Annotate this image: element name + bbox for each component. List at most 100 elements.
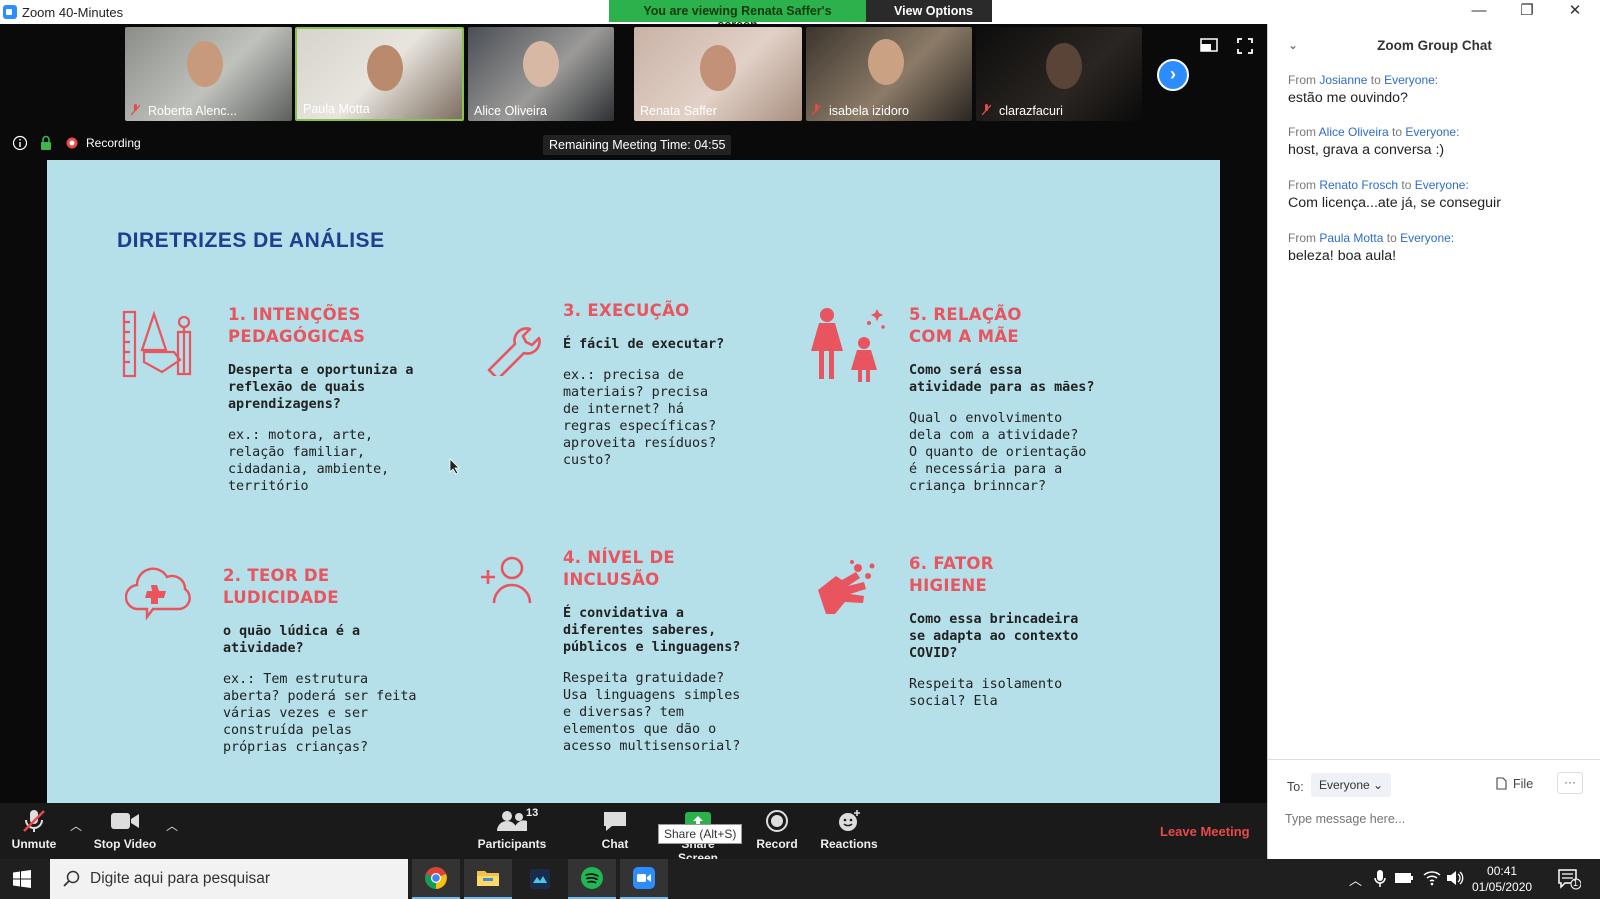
meeting-status-bar: Recording bbox=[12, 134, 141, 152]
from-label: From bbox=[1288, 125, 1316, 139]
chat-message: From Paula Motta to Everyone: beleza! bo… bbox=[1288, 231, 1588, 264]
sender-name[interactable]: Alice Oliveira bbox=[1319, 125, 1389, 139]
more-options-button[interactable]: ··· bbox=[1557, 772, 1583, 794]
file-icon bbox=[1496, 777, 1507, 790]
recipient-name[interactable]: Everyone: bbox=[1384, 73, 1438, 87]
participant-video bbox=[700, 45, 736, 91]
viewing-screen-label: You are viewing Renata Saffer's screen bbox=[609, 0, 866, 32]
from-label: From bbox=[1288, 231, 1316, 245]
view-options-button[interactable]: View Options ⌄ bbox=[866, 0, 992, 33]
participants-button[interactable]: Participants 13 bbox=[476, 807, 548, 851]
participants-count-badge: 13 bbox=[526, 807, 539, 819]
search-icon bbox=[63, 870, 80, 887]
section-example: Respeita isolamento social? Ela bbox=[909, 677, 1063, 709]
section-heading: 5. RELAÇÃO COM A MÃE bbox=[909, 305, 1022, 346]
minimize-button[interactable]: — bbox=[1456, 0, 1502, 24]
video-editor-taskbar-app[interactable] bbox=[516, 859, 564, 899]
participant-name: clarazfacuri bbox=[999, 104, 1063, 118]
record-button[interactable]: Record bbox=[756, 809, 798, 851]
from-label: From bbox=[1288, 73, 1316, 87]
taskbar-search-box[interactable]: Digite aqui para pesquisar bbox=[50, 859, 408, 899]
wifi-icon[interactable] bbox=[1423, 870, 1441, 886]
taskbar-search-placeholder: Digite aqui para pesquisar bbox=[90, 870, 271, 887]
leave-meeting-button[interactable]: Leave Meeting bbox=[1160, 824, 1250, 839]
chat-message: From Josianne to Everyone: estão me ouvi… bbox=[1288, 73, 1588, 106]
sender-name[interactable]: Josianne bbox=[1319, 73, 1367, 87]
participant-name: Alice Oliveira bbox=[474, 104, 547, 118]
to-label: to bbox=[1401, 178, 1412, 192]
section-heading: 1. INTENÇÕES PEDAGÓGICAS bbox=[228, 305, 366, 346]
section-question: Desperta e oportuniza a reflexão de quai… bbox=[228, 363, 414, 412]
participant-video bbox=[187, 41, 223, 87]
windows-start-icon[interactable] bbox=[13, 870, 31, 888]
participant-tile[interactable]: Alice Oliveira bbox=[468, 27, 614, 121]
section-heading: 2. TEOR DE LUDICIDADE bbox=[223, 566, 339, 607]
slide-section-higiene: 6. FATOR HIGIENE Como essa brincadeira s… bbox=[909, 553, 1149, 710]
reactions-button[interactable]: Reactions bbox=[820, 809, 878, 851]
recipient-dropdown[interactable]: Everyone ⌄ bbox=[1311, 773, 1392, 797]
participant-tile[interactable]: clarazfacuri bbox=[976, 27, 1142, 121]
remaining-time-label: Remaining Meeting Time: 04:55 bbox=[543, 135, 732, 155]
chat-message-input[interactable] bbox=[1285, 809, 1585, 829]
microphone-icon[interactable] bbox=[1374, 870, 1386, 888]
mother-child-icon bbox=[811, 308, 885, 382]
reactions-label: Reactions bbox=[820, 837, 878, 851]
slide-section-ludicidade: 2. TEOR DE LUDICIDADE o quão lúdica é a … bbox=[223, 565, 463, 756]
info-icon[interactable] bbox=[12, 135, 28, 151]
slide-section-intencoes: 1. INTENÇÕES PEDAGÓGICAS Desperta e opor… bbox=[228, 304, 468, 495]
chat-message: From Alice Oliveira to Everyone: host, g… bbox=[1288, 125, 1588, 158]
participant-video bbox=[367, 45, 403, 91]
recipient-name[interactable]: Everyone: bbox=[1415, 178, 1469, 192]
show-hidden-icons-chevron-icon[interactable]: ︿ bbox=[1349, 870, 1362, 889]
wrench-icon bbox=[487, 327, 541, 376]
notification-count-badge: 1 bbox=[1573, 878, 1579, 888]
slide-section-execucao: 3. EXECUÇÃO É fácil de executar? ex.: pr… bbox=[563, 300, 783, 469]
file-button[interactable]: File bbox=[1496, 777, 1533, 791]
record-icon bbox=[766, 810, 788, 832]
record-label: Record bbox=[756, 837, 798, 851]
chat-bubble-icon bbox=[604, 812, 626, 831]
from-label: From bbox=[1288, 178, 1316, 192]
video-options-chevron-icon[interactable]: ︿ bbox=[166, 817, 178, 834]
lock-icon[interactable] bbox=[40, 135, 52, 151]
slide-title: DIRETRIZES DE ANÁLISE bbox=[117, 229, 385, 252]
brain-cloud-icon bbox=[125, 567, 191, 621]
next-participants-button[interactable]: › bbox=[1157, 59, 1189, 91]
muted-mic-icon bbox=[131, 104, 140, 116]
stop-video-button[interactable]: Stop Video bbox=[92, 809, 158, 851]
to-label: to bbox=[1392, 125, 1403, 139]
fullscreen-icon[interactable] bbox=[1237, 38, 1253, 54]
unmute-button[interactable]: Unmute bbox=[8, 809, 60, 851]
file-explorer-taskbar-app[interactable] bbox=[464, 859, 512, 899]
section-question: É convidativa a diferentes saberes, públ… bbox=[563, 606, 741, 655]
message-text: host, grava a conversa :) bbox=[1288, 142, 1445, 158]
message-text: beleza! boa aula! bbox=[1288, 248, 1397, 264]
participant-tile[interactable]: Renata Saffer bbox=[634, 27, 802, 121]
zoom-icon bbox=[633, 867, 655, 889]
section-example: ex.: Tem estrutura aberta? poderá ser fe… bbox=[223, 672, 417, 755]
battery-icon[interactable] bbox=[1394, 872, 1414, 884]
recipient-name[interactable]: Everyone: bbox=[1405, 125, 1459, 139]
hand-washing-icon bbox=[818, 560, 875, 614]
section-question: Como será essa atividade para as mães? bbox=[909, 363, 1095, 395]
slide-section-relacao-mae: 5. RELAÇÃO COM A MÃE Como será essa ativ… bbox=[909, 304, 1149, 495]
restore-button[interactable]: ❐ bbox=[1504, 0, 1550, 24]
spotify-taskbar-app[interactable] bbox=[568, 859, 616, 899]
chrome-icon bbox=[425, 867, 447, 889]
participant-tile[interactable]: isabela izidoro bbox=[806, 27, 972, 121]
sender-name[interactable]: Paula Motta bbox=[1319, 231, 1383, 245]
participant-tile[interactable]: Paula Motta bbox=[295, 27, 464, 121]
recipient-name[interactable]: Everyone: bbox=[1400, 231, 1454, 245]
sender-name[interactable]: Renato Frosch bbox=[1319, 178, 1398, 192]
chat-button[interactable]: Chat bbox=[598, 809, 632, 851]
participant-tile[interactable]: Roberta Alenc... bbox=[125, 27, 292, 121]
chrome-taskbar-app[interactable] bbox=[412, 859, 460, 899]
layout-icon[interactable] bbox=[1200, 38, 1218, 52]
section-question: o quão lúdica é a atividade? bbox=[223, 624, 361, 656]
system-clock[interactable]: 00:41 01/05/2020 bbox=[1472, 863, 1532, 895]
volume-icon[interactable] bbox=[1446, 870, 1464, 886]
close-button[interactable]: ✕ bbox=[1552, 0, 1598, 24]
audio-options-chevron-icon[interactable]: ︿ bbox=[70, 817, 82, 834]
zoom-taskbar-app[interactable] bbox=[620, 859, 668, 899]
section-example: ex.: precisa de materiais? precisa de in… bbox=[563, 368, 717, 468]
